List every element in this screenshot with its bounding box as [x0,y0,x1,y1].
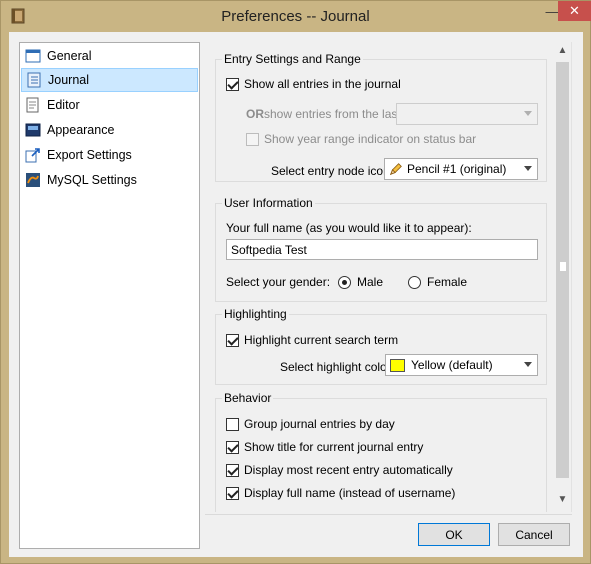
checkbox-label: Show year range indicator on status bar [264,132,477,146]
category-list: General Journal Editor Appearance Export… [19,42,200,549]
group-title: Highlighting [222,307,289,321]
user-information-group: User Information Your full name (as you … [215,196,547,302]
checkbox-label: Display most recent entry automatically [244,463,453,477]
checkbox-box[interactable] [226,417,239,431]
appearance-icon [25,123,41,137]
panel-scrollbar[interactable]: ▲ ▼ [554,42,571,508]
full-name-input[interactable]: Softpedia Test [226,239,538,260]
group-title: Entry Settings and Range [222,52,363,66]
checkbox-label: Show all entries in the journal [244,77,401,91]
radio-circle[interactable] [338,275,351,289]
behavior-item-full-name[interactable]: Display full name (instead of username) [226,486,455,500]
radio-label: Female [427,275,468,289]
entry-settings-group: Entry Settings and Range Show all entrie… [215,52,547,182]
highlighting-group: Highlighting Highlight current search te… [215,307,547,385]
nav-label: General [47,49,92,63]
nav-item-export-settings[interactable]: Export Settings [21,143,198,167]
highlight-search-checkbox[interactable]: Highlight current search term [226,333,398,347]
checkbox-box[interactable] [246,132,259,146]
checkbox-box[interactable] [226,77,239,91]
or-label: OR [246,107,264,121]
nav-item-general[interactable]: General [21,44,198,68]
window-title: Preferences -- Journal [221,8,370,25]
nav-item-mysql-settings[interactable]: MySQL Settings [21,168,198,192]
export-icon [25,148,40,163]
nav-label: Export Settings [47,148,132,162]
last-range-select[interactable] [396,103,538,125]
full-name-label: Your full name (as you would like it to … [226,221,472,235]
nav-label: Editor [47,98,80,112]
color-swatch [390,358,405,372]
checkbox-label: Display full name (instead of username) [244,486,456,500]
behavior-item-recent-entry[interactable]: Display most recent entry automatically [226,463,453,477]
checkbox-box[interactable] [226,463,239,477]
cancel-button[interactable]: Cancel [498,523,570,546]
year-range-checkbox[interactable]: Show year range indicator on status bar [246,132,476,146]
thumb-grip [560,262,566,271]
gender-label-row: Select your gender: [226,275,330,289]
window-icon [25,49,41,63]
preferences-window: Preferences -- Journal — ✕ General Journ… [0,0,591,564]
node-icon-label-row: Select entry node icon [271,164,390,178]
checkbox-label: Show title for current journal entry [244,440,424,454]
select-value: Yellow (default) [411,358,493,372]
entry-node-icon-select[interactable]: Pencil #1 (original) [384,158,538,180]
footer-divider [205,514,572,515]
checkbox-box[interactable] [226,333,239,347]
gender-male-radio[interactable]: Male [338,275,383,289]
nav-label: MySQL Settings [47,173,137,187]
gender-label: Select your gender: [226,275,331,289]
show-all-entries-checkbox[interactable]: Show all entries in the journal [226,77,401,91]
checkbox-box[interactable] [226,486,239,500]
group-title: Behavior [222,391,274,405]
nav-label: Appearance [47,123,115,137]
scroll-down-icon[interactable]: ▼ [554,491,571,508]
nav-item-journal[interactable]: Journal [21,68,198,92]
nav-label: Journal [48,73,89,87]
ok-button[interactable]: OK [418,523,490,546]
chevron-down-icon [524,362,532,367]
nav-item-editor[interactable]: Editor [21,93,198,117]
title-bar[interactable]: Preferences -- Journal — ✕ [1,1,591,32]
editor-icon [26,97,39,113]
dialog-client-area: General Journal Editor Appearance Export… [9,32,583,557]
behavior-group: Behavior Group journal entries by day Sh… [215,391,547,512]
node-icon-label: Select entry node icon [271,164,390,178]
close-icon[interactable]: ✕ [558,1,591,21]
checkbox-label: Group journal entries by day [244,417,395,431]
mysql-icon [26,173,40,187]
last-range-label: show entries from the last [264,107,401,121]
checkbox-label: Highlight current search term [244,333,399,347]
settings-panel: Entry Settings and Range Show all entrie… [205,42,572,512]
highlight-color-label: Select highlight color [280,360,391,374]
behavior-item-group-by-day[interactable]: Group journal entries by day [226,417,395,431]
select-value: Pencil #1 (original) [407,162,507,176]
behavior-item-show-title[interactable]: Show title for current journal entry [226,440,423,454]
group-title: User Information [222,196,315,210]
gender-female-radio[interactable]: Female [408,275,467,289]
full-name-label-row: Your full name (as you would like it to … [226,221,472,235]
radio-circle[interactable] [408,275,421,289]
chevron-down-icon [524,166,532,171]
nav-item-appearance[interactable]: Appearance [21,118,198,142]
checkbox-box[interactable] [226,440,239,454]
pencil-icon [389,163,402,176]
chevron-down-icon [524,111,532,116]
highlight-color-label-row: Select highlight color [280,360,391,374]
highlight-color-select[interactable]: Yellow (default) [385,354,538,376]
journal-icon [27,72,41,88]
radio-label: Male [357,275,384,289]
scroll-thumb[interactable] [556,62,569,478]
or-last-range-label: OR show entries from the last [246,107,401,121]
scroll-up-icon[interactable]: ▲ [554,42,571,59]
